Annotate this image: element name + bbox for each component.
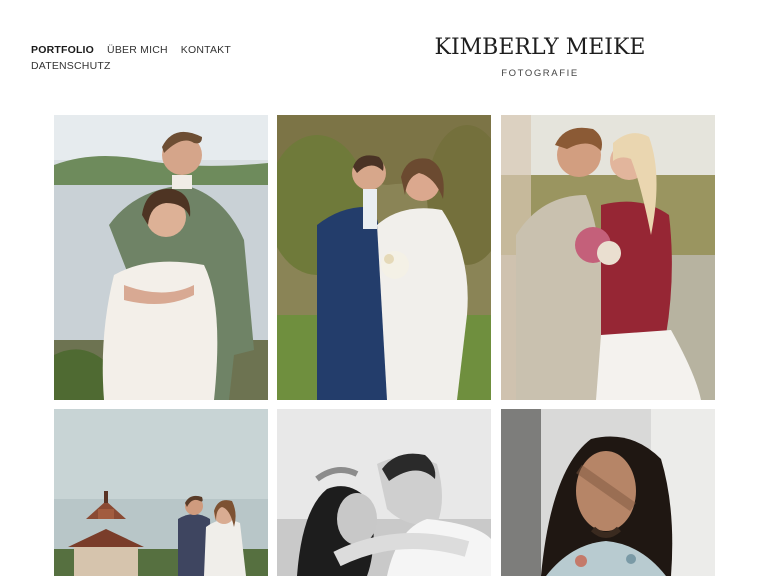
photo-couple-standing-garden [277,115,491,400]
gallery-photo-4[interactable] [54,409,268,576]
portfolio-page: PORTFOLIO ÜBER MICH KONTAKT DATENSCHUTZ KI… [0,0,768,576]
brand-name: KIMBERLY MEIKE [434,35,646,60]
photo-couple-kiss-bw [277,409,491,576]
gallery-photo-3[interactable] [501,115,715,400]
photo-portrait-man-long-hair [501,409,715,576]
gallery-photo-2[interactable] [277,115,491,400]
nav-about[interactable]: ÜBER MICH [107,44,168,56]
main-nav: PORTFOLIO ÜBER MICH KONTAKT DATENSCHUTZ [31,42,231,74]
gallery-photo-5[interactable] [277,409,491,576]
gallery-photo-6[interactable] [501,409,715,576]
nav-portfolio[interactable]: PORTFOLIO [31,44,94,56]
gallery-photo-1[interactable] [54,115,268,400]
photo-couple-kiss-field [501,115,715,400]
photo-couple-tower-landscape [54,409,268,576]
brand-subtitle: FOTOGRAFIE [501,68,579,79]
nav-privacy[interactable]: DATENSCHUTZ [31,60,111,72]
photo-couple-embrace-lakeside [54,115,268,400]
nav-contact[interactable]: KONTAKT [181,44,231,56]
site-logo[interactable]: KIMBERLY MEIKE FOTOGRAFIE [390,35,690,80]
